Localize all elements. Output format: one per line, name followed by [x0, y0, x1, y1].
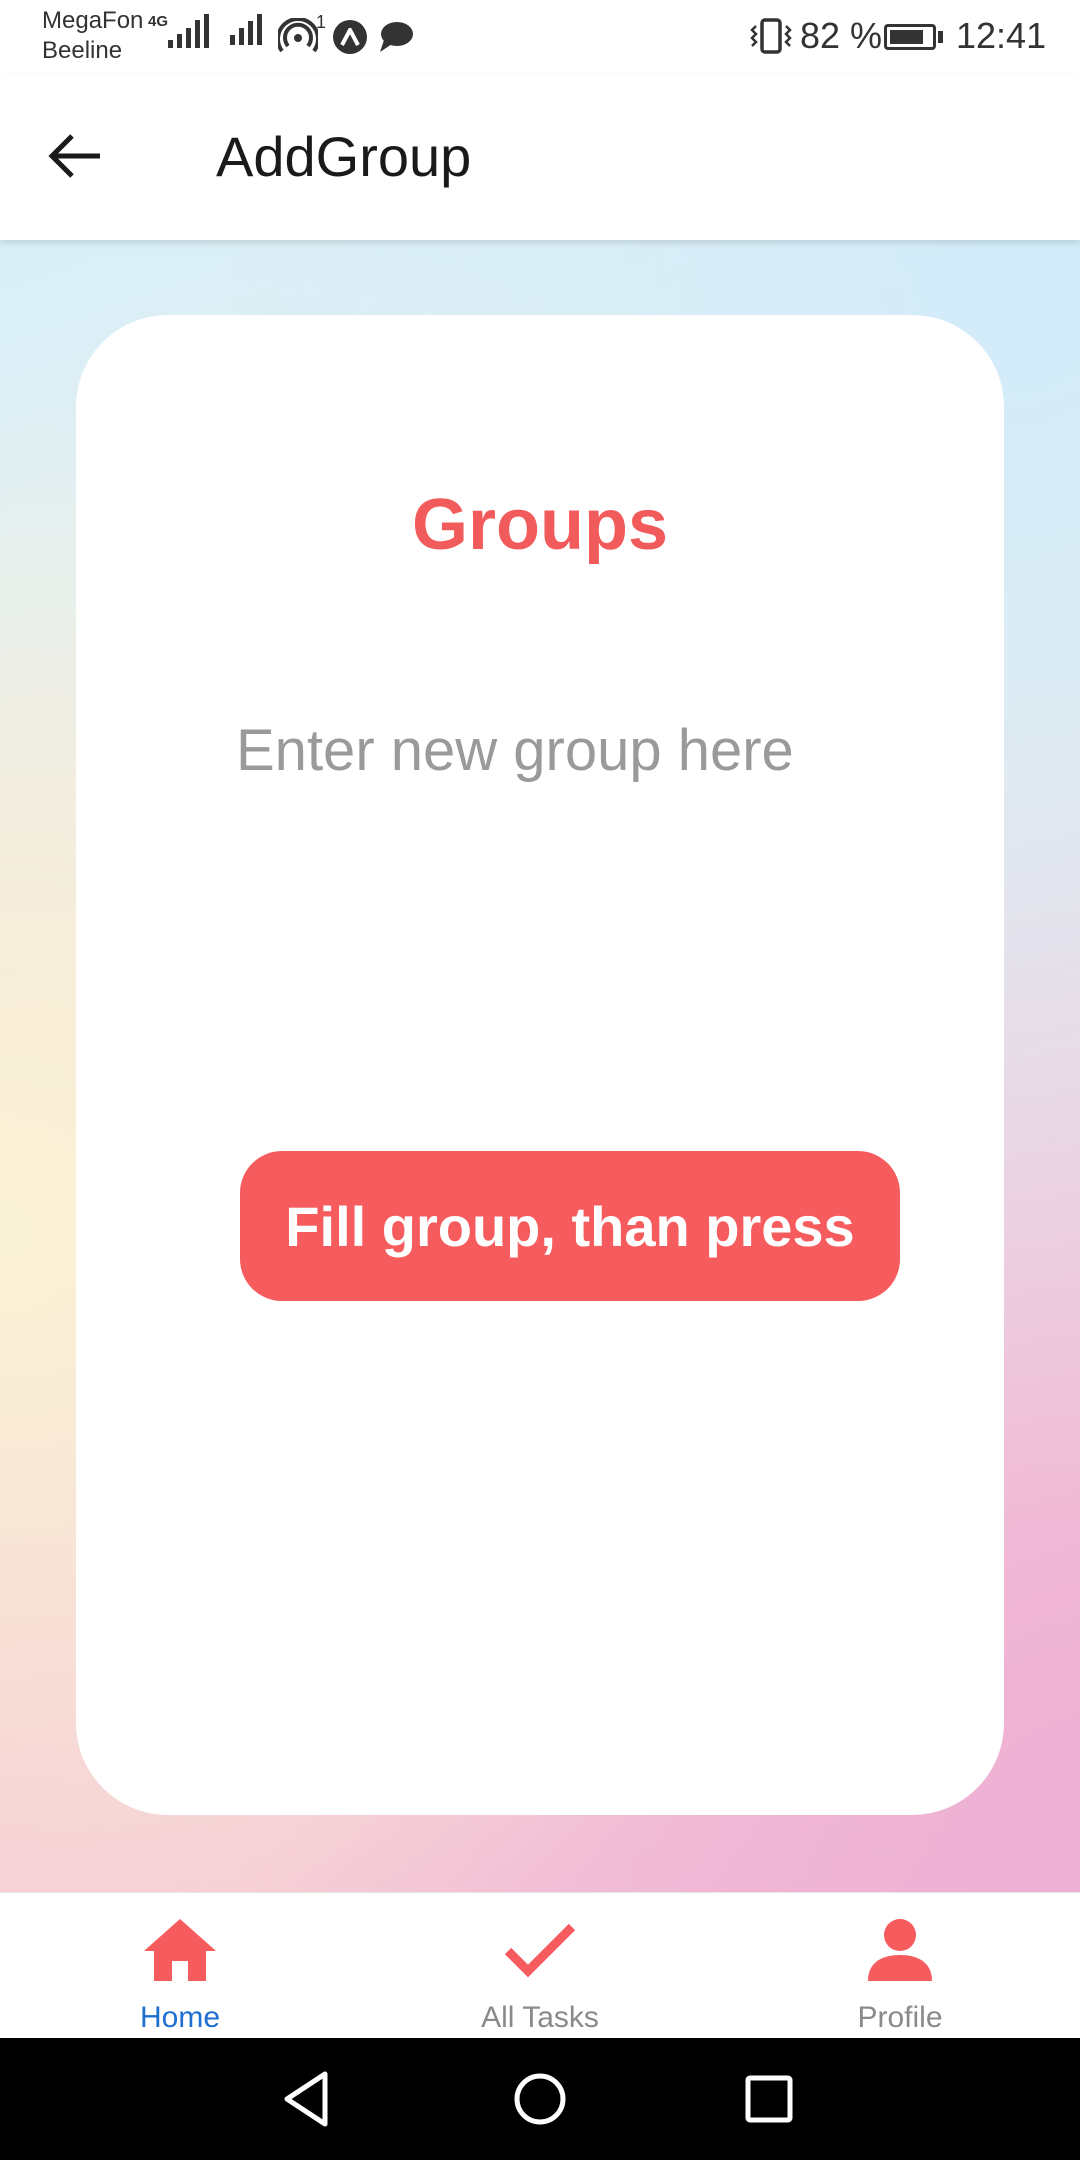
tab-home-label: Home [139, 2001, 221, 2034]
tab-home[interactable]: Home [80, 1893, 280, 2039]
carrier-names: MegaFon Beeline [42, 6, 143, 66]
tab-all-tasks[interactable]: All Tasks [440, 1893, 640, 2039]
vibrate-icon [750, 18, 792, 54]
bottom-tab-bar: Home All Tasks Profile [0, 1892, 1080, 2038]
fill-group-button[interactable]: Fill group, than press [240, 1151, 900, 1301]
carrier-1: MegaFon [42, 7, 144, 34]
tab-all-tasks-label: All Tasks [481, 2001, 599, 2034]
app-notification-icon [333, 20, 367, 54]
clock: 12:41 [956, 15, 1047, 56]
add-group-card: Groups Fill group, than press [76, 315, 1004, 1815]
recents-square-icon[interactable] [734, 2064, 804, 2134]
check-icon [504, 1923, 576, 1978]
card-title: Groups [411, 485, 668, 565]
group-name-input[interactable] [236, 705, 956, 795]
tab-profile-label: Profile [857, 2001, 943, 2034]
arrow-left-icon[interactable] [44, 124, 108, 188]
back-triangle-icon[interactable] [273, 2064, 343, 2134]
main-content: Groups Fill group, than press [0, 240, 1080, 1892]
message-icon [380, 22, 413, 52]
tab-profile[interactable]: Profile [800, 1893, 1000, 2039]
signal-icon-1 [168, 14, 209, 48]
hotspot-icon [278, 18, 318, 53]
battery-icon [884, 24, 936, 50]
battery-percent: 82 % [800, 15, 883, 56]
page-title: AddGroup [216, 125, 472, 188]
signal-icon-2 [230, 14, 262, 45]
person-icon [868, 1919, 932, 1981]
network-type: 4G [148, 13, 169, 30]
app-bar: AddGroup [0, 74, 1080, 240]
home-circle-icon[interactable] [505, 2064, 575, 2134]
carrier-2: Beeline [42, 37, 123, 64]
system-navigation-bar [0, 2038, 1080, 2160]
status-bar: MegaFon Beeline 4G 1 82 % 12:41 [0, 0, 1080, 74]
hotspot-count: 1 [316, 12, 327, 32]
home-icon [144, 1919, 216, 1981]
